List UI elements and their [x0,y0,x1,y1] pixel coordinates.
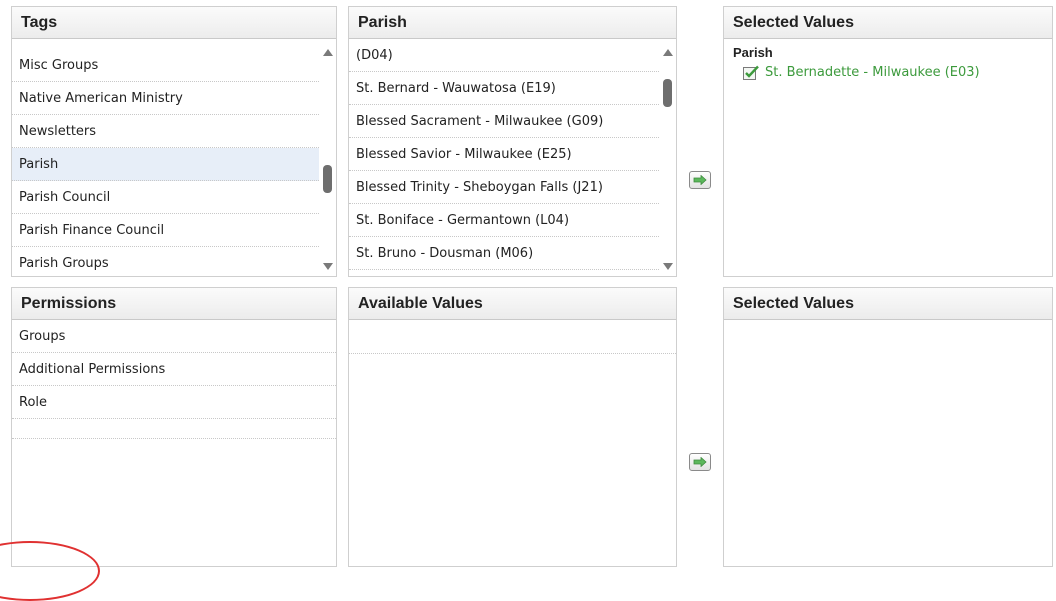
parish-item[interactable]: (D04) [349,39,659,72]
tags-item-parish-finance-council[interactable]: Parish Finance Council [12,214,319,247]
permissions-header: Permissions [12,288,336,320]
selected-values-bottom-header: Selected Values [724,288,1052,320]
available-values-header: Available Values [349,288,676,320]
permissions-item-role[interactable]: Role [12,386,336,419]
selected-values-bottom-panel: Selected Values [723,287,1053,567]
selected-value-item[interactable]: St. Bernadette - Milwaukee (E03) [724,60,1052,80]
tags-list: Misc Groups Native American Ministry New… [12,49,319,276]
parish-scrollbar[interactable] [659,39,676,276]
permissions-panel: Permissions Groups Additional Permission… [11,287,337,567]
selected-value-label: St. Bernadette - Milwaukee (E03) [765,65,980,80]
scroll-up-arrow-icon[interactable] [663,49,673,56]
parish-item[interactable]: Blessed Trinity - Sheboygan Falls (J21) [349,171,659,204]
tags-item-parish-groups[interactable]: Parish Groups [12,247,319,276]
scroll-down-arrow-icon[interactable] [663,263,673,270]
permissions-item-groups[interactable]: Groups [12,320,336,353]
permissions-empty-row [12,419,336,439]
arrow-right-icon [693,457,707,467]
tags-panel: Tags Misc Groups Native American Ministr… [11,6,337,277]
selected-values-header: Selected Values [724,7,1052,39]
tags-item-parish[interactable]: Parish [12,148,319,181]
move-right-button[interactable] [689,171,711,189]
parish-panel: Parish (D04) St. Bernard - Wauwatosa (E1… [348,6,677,277]
permissions-list: Groups Additional Permissions Role [12,320,336,566]
parish-header: Parish [349,7,676,39]
scroll-up-arrow-icon[interactable] [323,49,333,56]
parish-item[interactable]: Blessed Savior - Milwaukee (E25) [349,138,659,171]
scroll-thumb[interactable] [663,79,672,107]
checkbox-checked-icon [743,65,759,80]
selected-group-label: Parish [733,45,773,60]
available-values-list [349,320,676,566]
tags-scrollbar[interactable] [319,39,336,276]
available-values-panel: Available Values [348,287,677,567]
parish-item[interactable]: St. Boniface - Germantown (L04) [349,204,659,237]
tags-item-native-american-ministry[interactable]: Native American Ministry [12,82,319,115]
permissions-item-additional-permissions[interactable]: Additional Permissions [12,353,336,386]
scroll-down-arrow-icon[interactable] [323,263,333,270]
tags-item-newsletters[interactable]: Newsletters [12,115,319,148]
available-empty-row [349,320,676,354]
parish-item[interactable]: St. Bruno - Dousman (M06) [349,237,659,270]
parish-list: (D04) St. Bernard - Wauwatosa (E19) Bles… [349,39,659,276]
parish-item[interactable]: Blessed Sacrament - Milwaukee (G09) [349,105,659,138]
tags-header: Tags [12,7,336,39]
move-right-button[interactable] [689,453,711,471]
scroll-thumb[interactable] [323,165,332,193]
selected-values-panel: Selected Values Parish St. Bernadette - … [723,6,1053,277]
tags-item-misc-groups[interactable]: Misc Groups [12,49,319,82]
tags-item-parish-council[interactable]: Parish Council [12,181,319,214]
parish-item[interactable]: St. Bernard - Wauwatosa (E19) [349,72,659,105]
arrow-right-icon [693,175,707,185]
